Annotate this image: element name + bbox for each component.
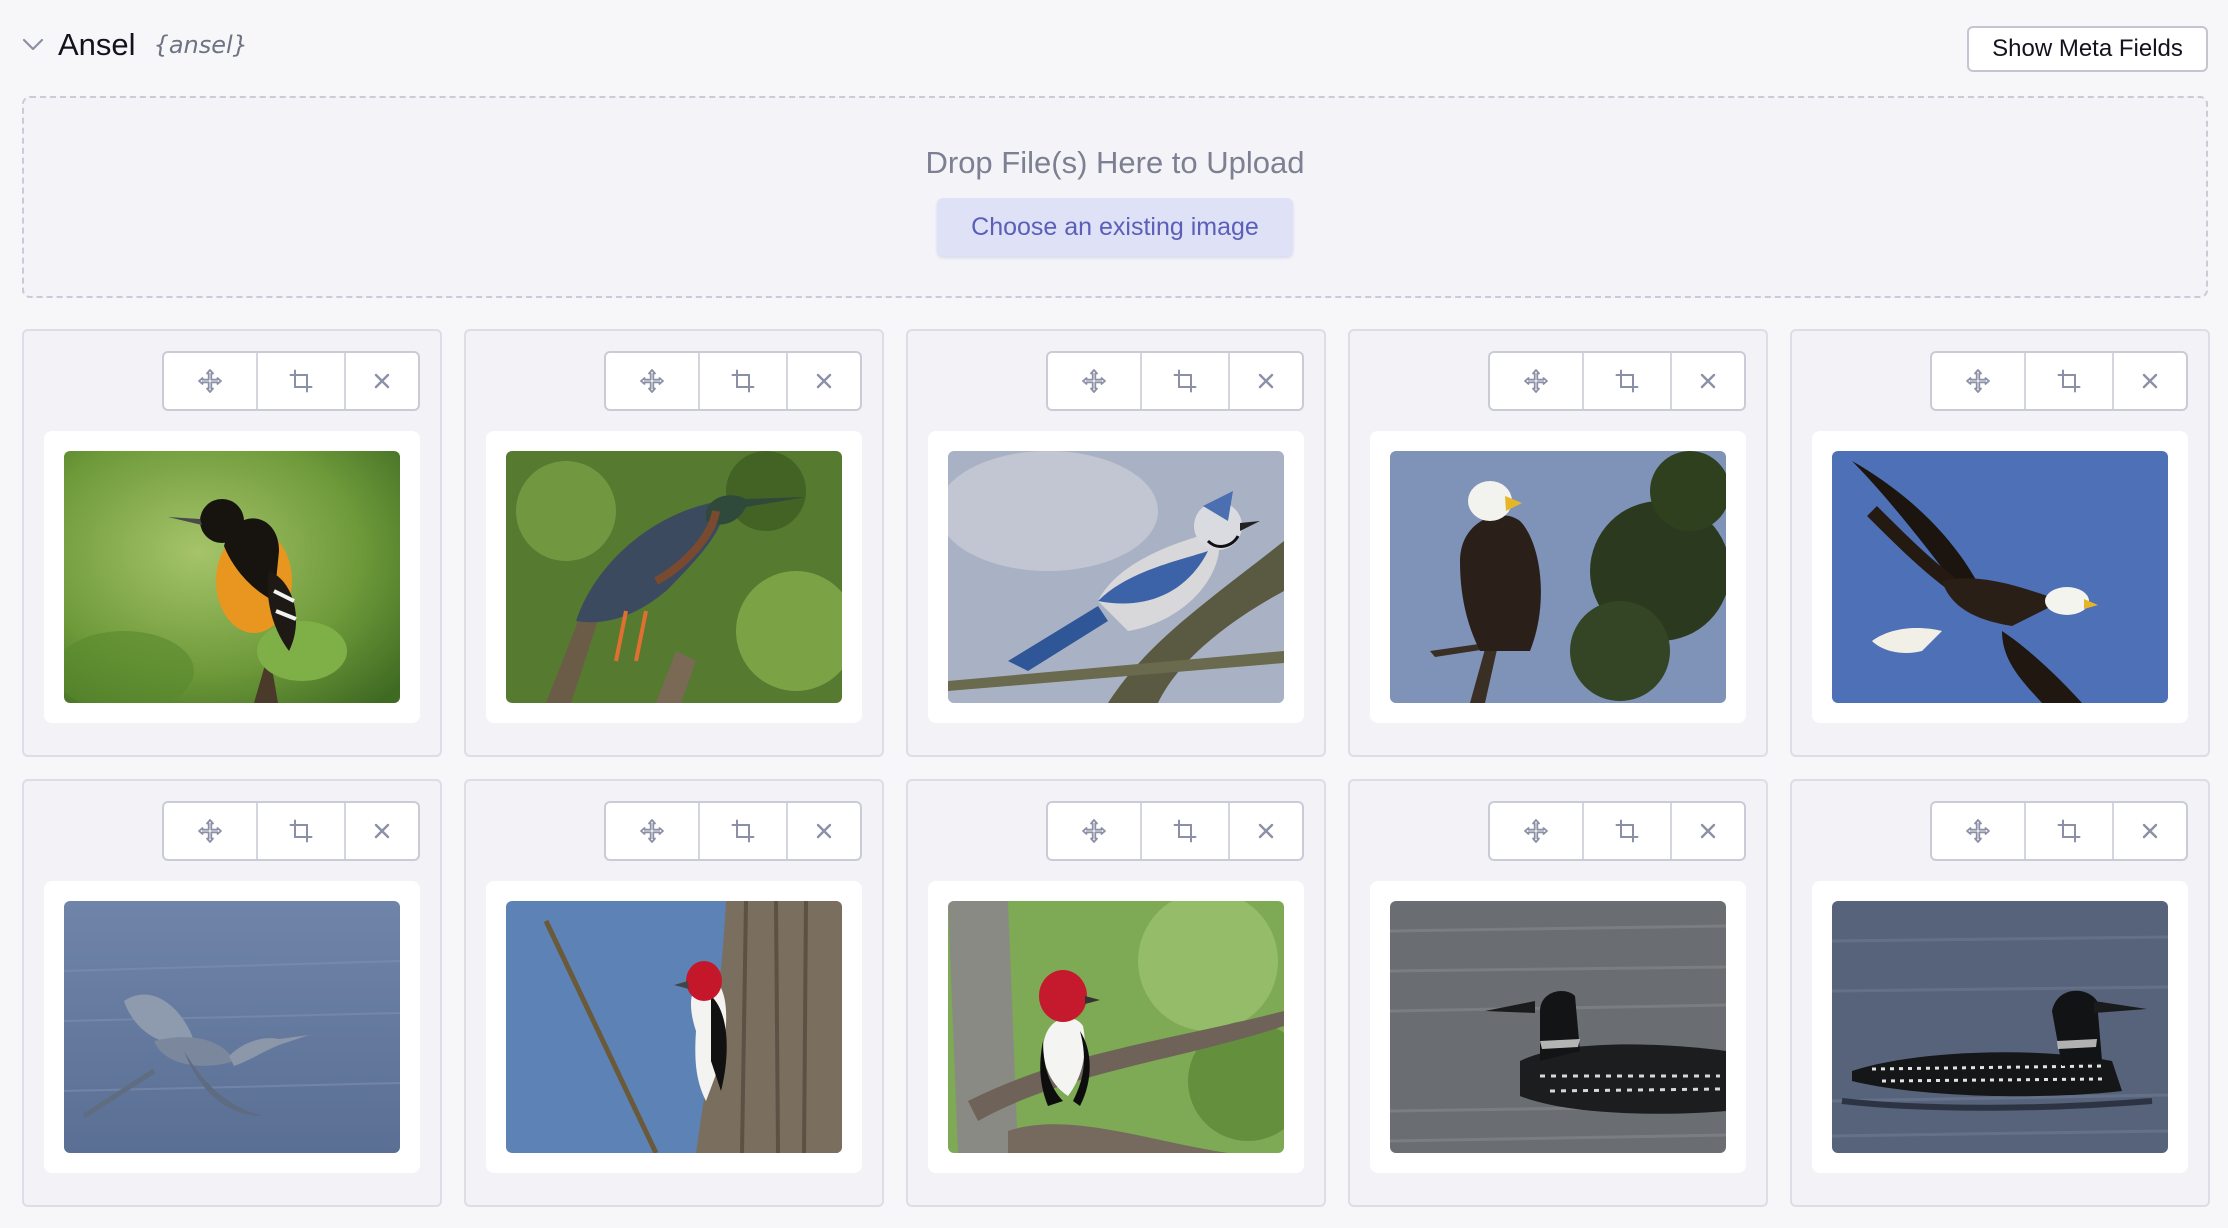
- crop-icon[interactable]: [2026, 353, 2114, 409]
- close-icon[interactable]: [346, 803, 418, 859]
- image-card: [1348, 329, 1768, 757]
- image-toolbar: [604, 351, 862, 411]
- image-thumbnail[interactable]: [506, 451, 842, 703]
- close-icon[interactable]: [1230, 803, 1302, 859]
- close-icon[interactable]: [346, 353, 418, 409]
- image-thumbnail[interactable]: [1390, 451, 1726, 703]
- crop-icon[interactable]: [700, 353, 788, 409]
- move-icon[interactable]: [1048, 353, 1142, 409]
- thumbnail-frame: [44, 881, 420, 1173]
- move-icon[interactable]: [1490, 353, 1584, 409]
- thumbnail-frame: [1812, 431, 2188, 723]
- image-card: [464, 329, 884, 757]
- image-thumbnail[interactable]: [948, 901, 1284, 1153]
- image-thumbnail[interactable]: [1390, 901, 1726, 1153]
- crop-icon[interactable]: [1584, 353, 1672, 409]
- close-icon[interactable]: [1672, 353, 1744, 409]
- dropzone-text: Drop File(s) Here to Upload: [925, 145, 1305, 180]
- image-card: [906, 329, 1326, 757]
- thumbnail-frame: [486, 881, 862, 1173]
- move-icon[interactable]: [1932, 353, 2026, 409]
- chevron-down-icon[interactable]: [20, 32, 46, 58]
- move-icon[interactable]: [1932, 803, 2026, 859]
- thumbnail-frame: [44, 431, 420, 723]
- image-card: [1790, 779, 2210, 1207]
- image-thumbnail[interactable]: [506, 901, 842, 1153]
- crop-icon[interactable]: [700, 803, 788, 859]
- choose-existing-image-button[interactable]: Choose an existing image: [937, 198, 1293, 256]
- image-thumbnail[interactable]: [1832, 451, 2168, 703]
- image-toolbar: [1046, 351, 1304, 411]
- image-toolbar: [1488, 801, 1746, 861]
- field-label: Ansel: [58, 27, 136, 62]
- crop-icon[interactable]: [2026, 803, 2114, 859]
- image-toolbar: [1930, 801, 2188, 861]
- image-thumbnail[interactable]: [948, 451, 1284, 703]
- image-card: [906, 779, 1326, 1207]
- image-thumbnail[interactable]: [64, 451, 400, 703]
- upload-dropzone[interactable]: Drop File(s) Here to Upload Choose an ex…: [22, 96, 2208, 298]
- move-icon[interactable]: [164, 353, 258, 409]
- image-card: [22, 329, 442, 757]
- image-thumbnail[interactable]: [64, 901, 400, 1153]
- show-meta-fields-button[interactable]: Show Meta Fields: [1967, 26, 2208, 72]
- thumbnail-frame: [928, 431, 1304, 723]
- move-icon[interactable]: [1490, 803, 1584, 859]
- image-card: [1348, 779, 1768, 1207]
- move-icon[interactable]: [164, 803, 258, 859]
- crop-icon[interactable]: [258, 353, 346, 409]
- thumbnail-frame: [1370, 431, 1746, 723]
- image-toolbar: [162, 801, 420, 861]
- move-icon[interactable]: [606, 803, 700, 859]
- image-card: [464, 779, 884, 1207]
- field-handle: {ansel}: [153, 31, 248, 59]
- thumbnail-frame: [486, 431, 862, 723]
- thumbnail-frame: [928, 881, 1304, 1173]
- crop-icon[interactable]: [1584, 803, 1672, 859]
- thumbnail-frame: [1370, 881, 1746, 1173]
- close-icon[interactable]: [2114, 353, 2186, 409]
- image-card: [1790, 329, 2210, 757]
- image-grid: [22, 329, 2214, 1207]
- crop-icon[interactable]: [1142, 803, 1230, 859]
- image-toolbar: [604, 801, 862, 861]
- image-toolbar: [1046, 801, 1304, 861]
- field-header: Ansel {ansel}: [20, 22, 248, 68]
- close-icon[interactable]: [1230, 353, 1302, 409]
- close-icon[interactable]: [2114, 803, 2186, 859]
- crop-icon[interactable]: [258, 803, 346, 859]
- image-toolbar: [1488, 351, 1746, 411]
- image-toolbar: [162, 351, 420, 411]
- image-thumbnail[interactable]: [1832, 901, 2168, 1153]
- thumbnail-frame: [1812, 881, 2188, 1173]
- close-icon[interactable]: [1672, 803, 1744, 859]
- move-icon[interactable]: [1048, 803, 1142, 859]
- image-toolbar: [1930, 351, 2188, 411]
- move-icon[interactable]: [606, 353, 700, 409]
- crop-icon[interactable]: [1142, 353, 1230, 409]
- close-icon[interactable]: [788, 353, 860, 409]
- image-card: [22, 779, 442, 1207]
- close-icon[interactable]: [788, 803, 860, 859]
